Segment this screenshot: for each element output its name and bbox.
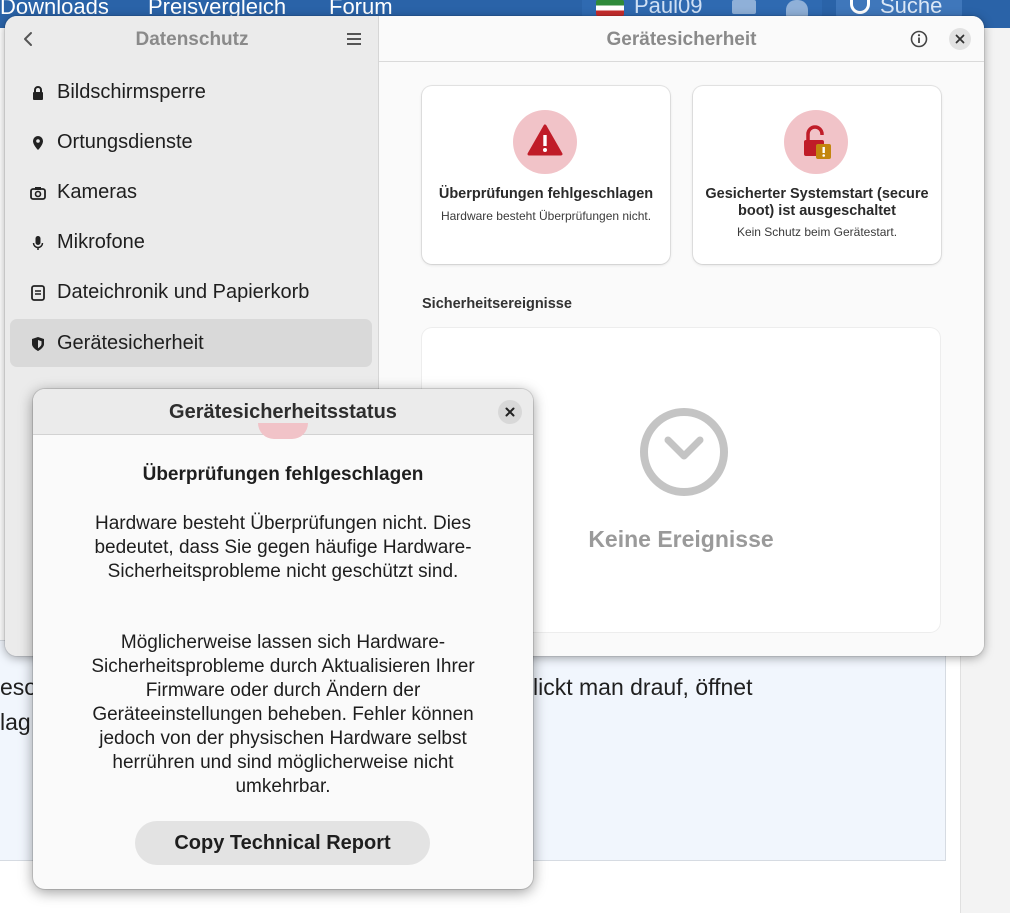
sidebar-title: Datenschutz <box>135 29 249 50</box>
card-title: Überprüfungen fehlgeschlagen <box>438 186 654 202</box>
security-status-dialog: Gerätesicherheitsstatus Überprüfungen fe… <box>33 389 533 889</box>
unlocked-padlock-icon <box>804 125 831 159</box>
sidebar-item-mikrofone[interactable]: Mikrofone <box>10 218 372 268</box>
sidebar-item-label: Kameras <box>57 181 138 203</box>
sidebar-item-ortungsdienste[interactable]: Ortungsdienste <box>10 118 372 168</box>
close-icon <box>505 407 515 417</box>
warning-badge <box>513 110 577 174</box>
dialog-close-button[interactable] <box>498 400 522 424</box>
lock-icon <box>33 86 43 100</box>
sidebar-item-label: Dateichronik und Papierkorb <box>57 281 310 303</box>
warning-badge-peek <box>258 423 308 439</box>
status-card-secure-boot[interactable]: Gesicherter Systemstart (secure boot) is… <box>693 86 941 264</box>
window-close-button[interactable] <box>949 28 971 50</box>
flag-icon <box>596 0 624 16</box>
post-text-fragment: eso <box>0 674 38 700</box>
sidebar-item-dateichronik[interactable]: Dateichronik und Papierkorb <box>10 268 372 318</box>
dialog-title: Gerätesicherheitsstatus <box>169 401 397 423</box>
card-title: Gesicherter Systemstart (secure boot) is… <box>705 186 929 219</box>
sidebar-item-geraetesicherheit[interactable]: Gerätesicherheit <box>10 319 372 367</box>
hamburger-menu-icon[interactable] <box>343 28 365 50</box>
microphone-icon <box>32 236 44 250</box>
close-icon <box>955 34 965 44</box>
shield-icon <box>32 337 44 351</box>
card-subtitle: Kein Schutz beim Gerätestart. <box>736 225 898 239</box>
section-title: Sicherheitsereignisse <box>422 296 572 312</box>
sidebar-item-kameras[interactable]: Kameras <box>10 168 372 218</box>
dialog-paragraph: Möglicherweise lassen sich Hardware-Sich… <box>91 632 475 797</box>
info-icon[interactable] <box>910 30 928 48</box>
copy-technical-report-button[interactable]: Copy Technical Report <box>135 821 430 865</box>
location-pin-icon <box>33 136 43 150</box>
post-text-fragment: lag <box>0 709 31 735</box>
dialog-paragraph: Hardware besteht Überprüfungen nicht. Di… <box>94 513 472 582</box>
file-history-icon <box>31 285 45 301</box>
mail-icon[interactable] <box>732 0 756 14</box>
warning-icon <box>527 124 563 156</box>
sidebar-item-label: Bildschirmsperre <box>57 81 206 103</box>
sidebar-item-label: Mikrofone <box>57 231 145 253</box>
post-text-line: lickt man drauf, öffnet <box>533 674 753 700</box>
warning-badge <box>784 110 848 174</box>
dialog-heading: Überprüfungen fehlgeschlagen <box>142 464 424 485</box>
sidebar-item-label: Ortungsdienste <box>57 131 193 153</box>
card-subtitle: Hardware besteht Überprüfungen nicht. <box>440 209 652 223</box>
sidebar-item-bildschirmsperre[interactable]: Bildschirmsperre <box>10 68 372 118</box>
content-header: Gerätesicherheit <box>379 16 984 62</box>
status-card-checks-failed[interactable]: Überprüfungen fehlgeschlagen Hardware be… <box>422 86 670 264</box>
camera-icon <box>30 187 46 200</box>
sidebar-header: Datenschutz <box>5 16 379 62</box>
clock-icon <box>640 408 728 496</box>
page-title: Gerätesicherheit <box>606 29 757 50</box>
sidebar-list: Bildschirmsperre Ortungsdienste Kameras <box>10 68 372 367</box>
sidebar-item-label: Gerätesicherheit <box>57 332 204 354</box>
